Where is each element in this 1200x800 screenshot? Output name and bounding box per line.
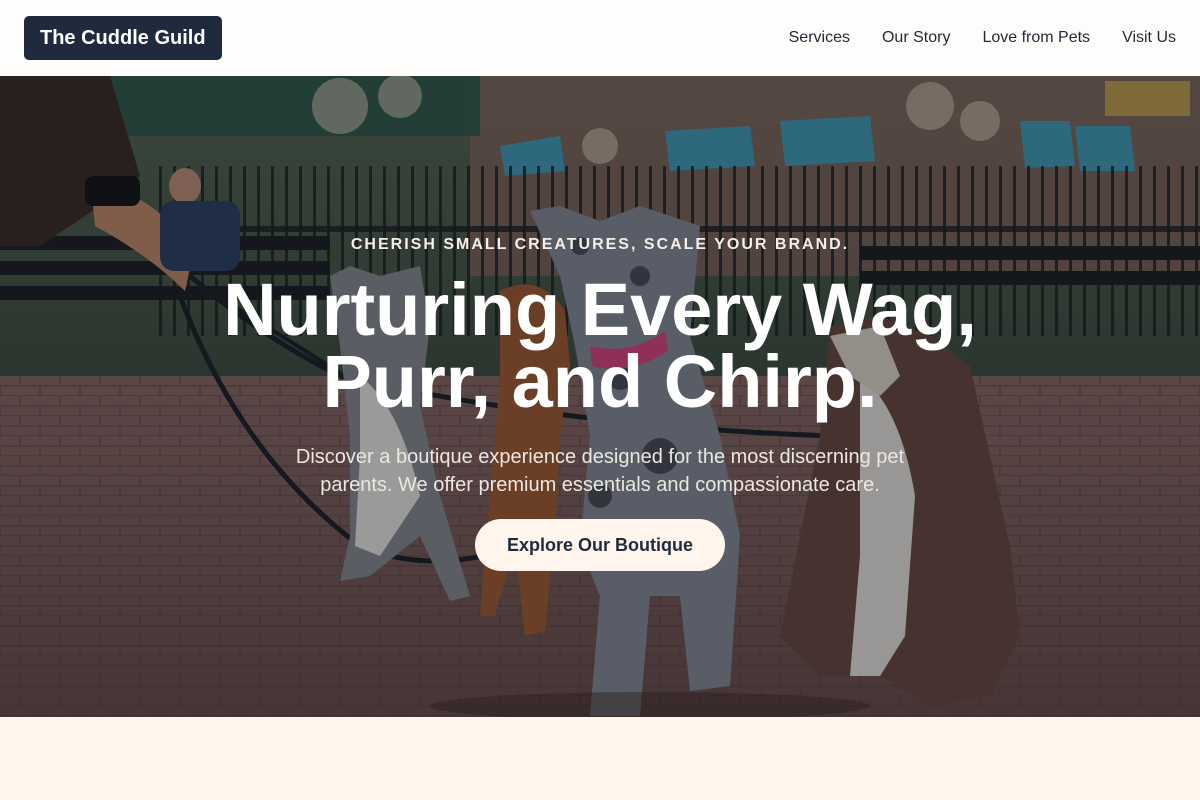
brand-logo[interactable]: The Cuddle Guild xyxy=(24,16,222,60)
hero-section: CHERISH SMALL CREATURES, SCALE YOUR BRAN… xyxy=(0,76,1200,717)
explore-boutique-button[interactable]: Explore Our Boutique xyxy=(475,519,725,571)
hero-subtext: Discover a boutique experience designed … xyxy=(295,446,905,496)
hero-headline: Nurturing Every Wag, Purr, and Chirp. xyxy=(100,273,1100,419)
site-header: The Cuddle Guild Services Our Story Love… xyxy=(0,0,1200,76)
nav-link-love-from-pets[interactable]: Love from Pets xyxy=(982,29,1090,47)
nav-link-visit-us[interactable]: Visit Us xyxy=(1122,29,1176,47)
hero-eyebrow: CHERISH SMALL CREATURES, SCALE YOUR BRAN… xyxy=(350,236,850,253)
hero-headline-line-2: Purr, and Chirp. xyxy=(322,340,878,423)
nav-link-our-story[interactable]: Our Story xyxy=(882,29,950,47)
next-section xyxy=(0,717,1200,800)
nav-link-services[interactable]: Services xyxy=(789,29,850,47)
hero-headline-line-1: Nurturing Every Wag, xyxy=(223,268,977,351)
hero-content: CHERISH SMALL CREATURES, SCALE YOUR BRAN… xyxy=(0,76,1200,717)
main-nav: Services Our Story Love from Pets Visit … xyxy=(789,29,1176,47)
